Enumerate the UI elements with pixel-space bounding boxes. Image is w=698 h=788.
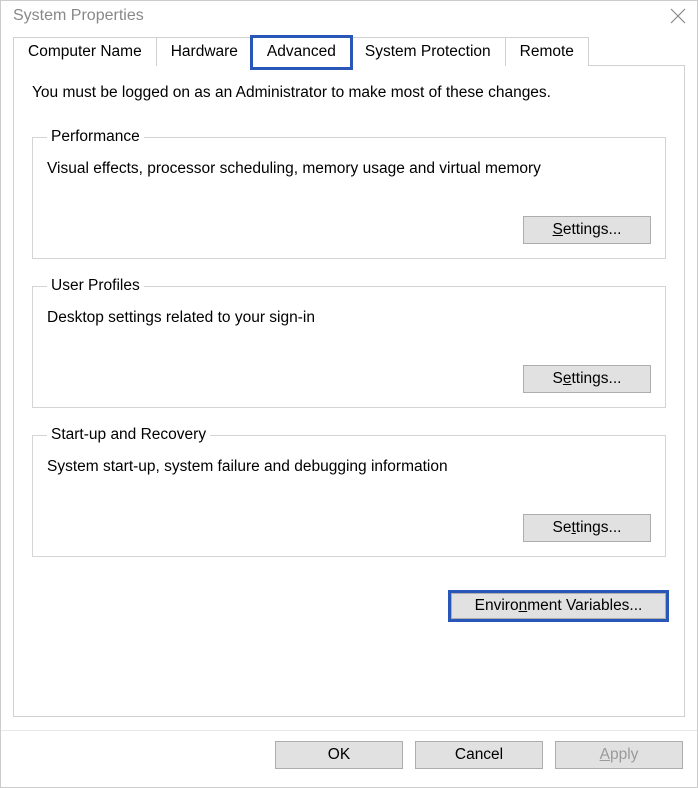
group-user-profiles-btn-row: Settings... <box>47 365 651 393</box>
apply-button[interactable]: Apply <box>555 741 683 769</box>
group-performance-legend: Performance <box>47 128 144 146</box>
cancel-button[interactable]: Cancel <box>415 741 543 769</box>
close-icon[interactable] <box>669 7 687 25</box>
tab-row: Computer Name Hardware Advanced System P… <box>13 37 685 66</box>
startup-settings-button[interactable]: Settings... <box>523 514 651 542</box>
ok-button[interactable]: OK <box>275 741 403 769</box>
group-user-profiles-legend: User Profiles <box>47 277 144 295</box>
performance-settings-button[interactable]: Settings... <box>523 216 651 244</box>
group-startup-legend: Start-up and Recovery <box>47 426 210 444</box>
intro-text: You must be logged on as an Administrato… <box>32 84 666 102</box>
tab-remote[interactable]: Remote <box>505 37 589 66</box>
titlebar: System Properties <box>1 1 697 37</box>
group-user-profiles-desc: Desktop settings related to your sign-in <box>47 309 651 327</box>
window-title: System Properties <box>13 7 144 25</box>
group-startup-desc: System start-up, system failure and debu… <box>47 458 651 476</box>
tab-computer-name[interactable]: Computer Name <box>13 37 157 66</box>
group-user-profiles: User Profiles Desktop settings related t… <box>32 277 666 408</box>
environment-variables-row: Environment Variables... <box>32 593 666 619</box>
dialog-button-row: OK Cancel Apply <box>1 730 697 787</box>
group-performance: Performance Visual effects, processor sc… <box>32 128 666 259</box>
group-performance-btn-row: Settings... <box>47 216 651 244</box>
tab-system-protection[interactable]: System Protection <box>350 37 506 66</box>
tab-content-advanced: You must be logged on as an Administrato… <box>13 65 685 717</box>
tab-hardware[interactable]: Hardware <box>156 37 253 66</box>
group-performance-desc: Visual effects, processor scheduling, me… <box>47 160 651 178</box>
system-properties-window: System Properties Computer Name Hardware… <box>0 0 698 788</box>
environment-variables-button[interactable]: Environment Variables... <box>451 593 666 619</box>
user-profiles-settings-button[interactable]: Settings... <box>523 365 651 393</box>
group-startup-btn-row: Settings... <box>47 514 651 542</box>
group-startup-recovery: Start-up and Recovery System start-up, s… <box>32 426 666 557</box>
tab-advanced[interactable]: Advanced <box>252 37 351 68</box>
